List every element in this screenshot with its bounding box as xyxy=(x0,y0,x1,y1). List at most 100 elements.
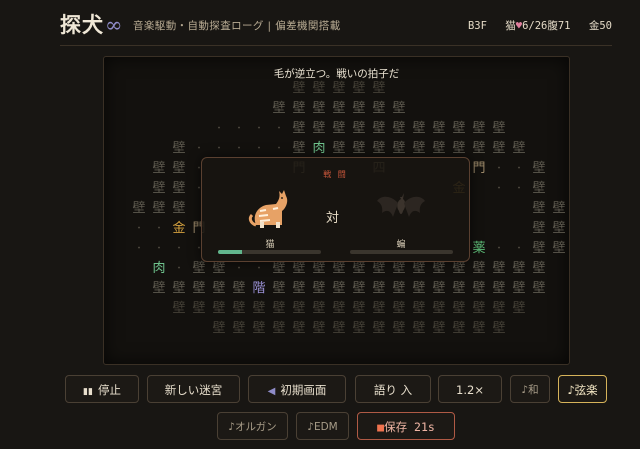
floor-tile: ・ xyxy=(234,124,244,134)
wall-tile: 壁 xyxy=(532,241,546,256)
header-divider xyxy=(60,45,612,46)
wall-tile: 壁 xyxy=(472,121,486,136)
floor-tile: ・ xyxy=(274,124,284,134)
wall-tile: 壁 xyxy=(292,321,306,336)
wall-tile: 壁 xyxy=(212,321,226,336)
triangle-left-icon: ◀ xyxy=(267,386,276,397)
wall-tile: 壁 xyxy=(412,121,426,136)
stairs-tile: 階 xyxy=(252,281,266,296)
wall-tile: 壁 xyxy=(232,321,246,336)
status-bar: B3F 猫♥6/26腹71 金50 xyxy=(456,18,612,33)
stop-button[interactable]: ▮▮ 停止 xyxy=(65,375,139,403)
wall-tile: 壁 xyxy=(532,221,546,236)
wall-tile: 壁 xyxy=(352,121,366,136)
wall-tile: 壁 xyxy=(272,261,286,276)
floor-tile: ・ xyxy=(174,264,184,274)
wall-tile: 壁 xyxy=(472,301,486,316)
wall-tile: 壁 xyxy=(432,121,446,136)
player-hp-bar xyxy=(218,250,321,254)
wall-tile: 壁 xyxy=(452,301,466,316)
wall-tile: 壁 xyxy=(432,321,446,336)
gold-indicator: 金50 xyxy=(588,20,612,32)
wall-tile: 壁 xyxy=(492,321,506,336)
music-wa-button[interactable]: ♪和 xyxy=(510,375,550,403)
wall-tile: 壁 xyxy=(232,301,246,316)
versus-label: 対 xyxy=(326,211,340,226)
wall-tile: 壁 xyxy=(312,321,326,336)
floor-tile: ・ xyxy=(254,144,264,154)
wall-tile: 壁 xyxy=(292,81,306,96)
wall-tile: 壁 xyxy=(332,81,346,96)
floor-tile: ・ xyxy=(254,124,264,134)
wall-tile: 壁 xyxy=(492,121,506,136)
wall-tile: 壁 xyxy=(472,261,486,276)
music-strings-button[interactable]: ♪弦楽 xyxy=(558,375,607,403)
wall-tile: 壁 xyxy=(412,281,426,296)
wall-tile: 壁 xyxy=(392,301,406,316)
floor-tile: ・ xyxy=(174,244,184,254)
title-screen-label: 初期画面 xyxy=(280,383,327,397)
app-subtitle: 音楽駆動・自動探査ローグ | 偏差機関搭載 xyxy=(133,20,341,32)
wall-tile: 壁 xyxy=(552,201,566,216)
floor-tile: ・ xyxy=(234,264,244,274)
wall-tile: 壁 xyxy=(292,101,306,116)
wall-tile: 壁 xyxy=(412,141,426,156)
floor-tile: ・ xyxy=(494,164,504,174)
player-name: 猫 xyxy=(265,240,275,250)
wall-tile: 壁 xyxy=(172,201,186,216)
floor-tile: ・ xyxy=(494,244,504,254)
floor-tile: ・ xyxy=(234,144,244,154)
wall-tile: 壁 xyxy=(312,301,326,316)
wall-tile: 壁 xyxy=(192,301,206,316)
new-maze-button[interactable]: 新しい迷宮 xyxy=(147,375,240,403)
wall-tile: 壁 xyxy=(452,321,466,336)
save-button[interactable]: ■保存 21s xyxy=(357,412,455,440)
wall-tile: 壁 xyxy=(372,301,386,316)
wall-tile: 壁 xyxy=(292,301,306,316)
wall-tile: 壁 xyxy=(152,161,166,176)
battle-title: 戦 闘 xyxy=(323,170,348,179)
music-edm-button[interactable]: ♪EDM xyxy=(296,412,349,440)
wall-tile: 壁 xyxy=(552,221,566,236)
wall-tile: 壁 xyxy=(372,141,386,156)
logo-text: 探犬 xyxy=(60,12,104,37)
speed-button[interactable]: 1.2× xyxy=(438,375,502,403)
wall-tile: 壁 xyxy=(512,141,526,156)
wall-tile: 壁 xyxy=(312,281,326,296)
wall-tile: 壁 xyxy=(512,261,526,276)
wall-tile: 壁 xyxy=(432,281,446,296)
narrate-button[interactable]: 語り 入 xyxy=(355,375,431,403)
wall-tile: 壁 xyxy=(212,301,226,316)
pause-icon: ▮▮ xyxy=(83,387,93,397)
floor-tile: ・ xyxy=(494,184,504,194)
floor-indicator: B3F xyxy=(467,20,487,32)
wall-tile: 壁 xyxy=(512,281,526,296)
wall-tile: 壁 xyxy=(192,261,206,276)
wall-tile: 壁 xyxy=(392,321,406,336)
floor-tile: ・ xyxy=(194,144,204,154)
wall-tile: 壁 xyxy=(452,141,466,156)
wall-tile: 壁 xyxy=(392,281,406,296)
wall-tile: 壁 xyxy=(372,321,386,336)
pet-label: 猫 xyxy=(505,20,516,32)
wall-tile: 壁 xyxy=(392,121,406,136)
header: 探犬∞ 音楽駆動・自動探査ローグ | 偏差機関搭載 B3F 猫♥6/26腹71 … xyxy=(0,0,640,48)
wall-tile: 壁 xyxy=(272,281,286,296)
wall-tile: 壁 xyxy=(492,261,506,276)
wall-tile: 壁 xyxy=(332,141,346,156)
floor-tile: ・ xyxy=(514,244,524,254)
floor-tile: ・ xyxy=(154,224,164,234)
wall-tile: 壁 xyxy=(172,141,186,156)
wall-tile: 壁 xyxy=(352,281,366,296)
wall-tile: 壁 xyxy=(332,101,346,116)
wall-tile: 壁 xyxy=(432,301,446,316)
floor-tile: ・ xyxy=(214,124,224,134)
enemy-fighter: 蝙 xyxy=(365,185,437,250)
wall-tile: 壁 xyxy=(472,141,486,156)
wall-tile: 壁 xyxy=(412,301,426,316)
wall-tile: 壁 xyxy=(212,281,226,296)
battle-panel: 戦 闘 猫 対 蝙 xyxy=(201,157,470,262)
title-screen-button[interactable]: ◀ 初期画面 xyxy=(248,375,346,403)
wall-tile: 壁 xyxy=(292,261,306,276)
music-organ-button[interactable]: ♪オルガン xyxy=(217,412,288,440)
